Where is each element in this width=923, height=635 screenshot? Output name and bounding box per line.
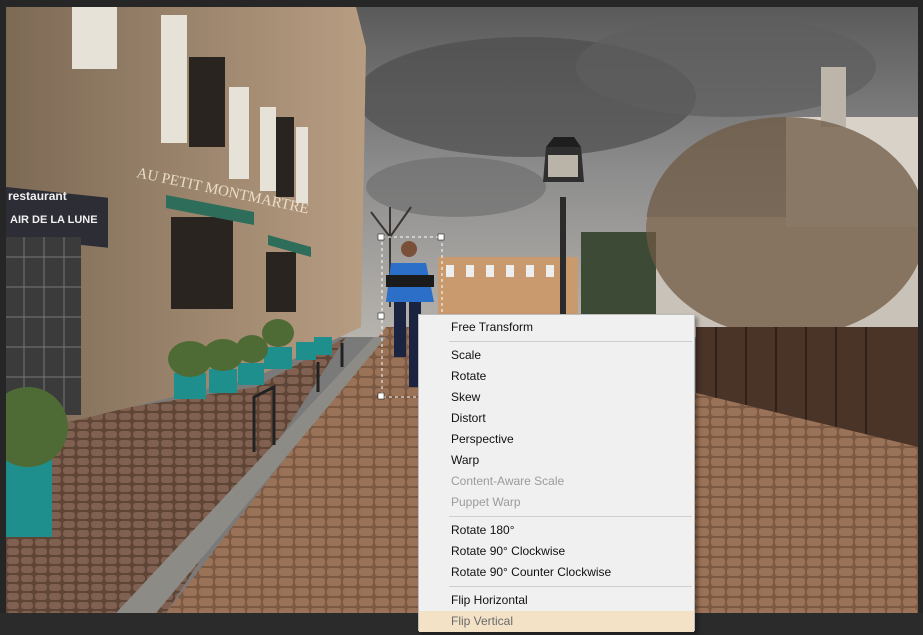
menu-item-warp[interactable]: Warp [419,450,694,471]
menu-item-content-aware-scale: Content-Aware Scale [451,474,565,488]
menu-item-perspective[interactable]: Perspective [419,429,694,450]
menu-item-distort[interactable]: Distort [419,408,694,429]
menu-item-flip-vertical[interactable]: Flip Vertical [419,611,694,632]
menu-item-scale[interactable]: Scale [419,345,694,366]
menu-separator [449,341,692,342]
transform-context-menu: Free Transform Scale Rotate Skew Distort… [418,314,695,632]
menu-item-rotate-180[interactable]: Rotate 180° [419,520,694,541]
menu-item-rotate[interactable]: Rotate [419,366,694,387]
menu-item-rotate-90-ccw[interactable]: Rotate 90° Counter Clockwise [419,562,694,583]
menu-separator [449,586,692,587]
menu-item-puppet-warp: Puppet Warp [451,495,521,509]
menu-item-flip-horizontal[interactable]: Flip Horizontal [419,590,694,611]
menu-item-free-transform[interactable]: Free Transform [419,317,694,338]
menu-item-skew[interactable]: Skew [419,387,694,408]
menu-separator [449,516,692,517]
restaurant-sign-line2: AIR DE LA LUNE [10,214,98,226]
menu-item-rotate-90-cw[interactable]: Rotate 90° Clockwise [419,541,694,562]
restaurant-sign-line1: restaurant [8,189,67,203]
